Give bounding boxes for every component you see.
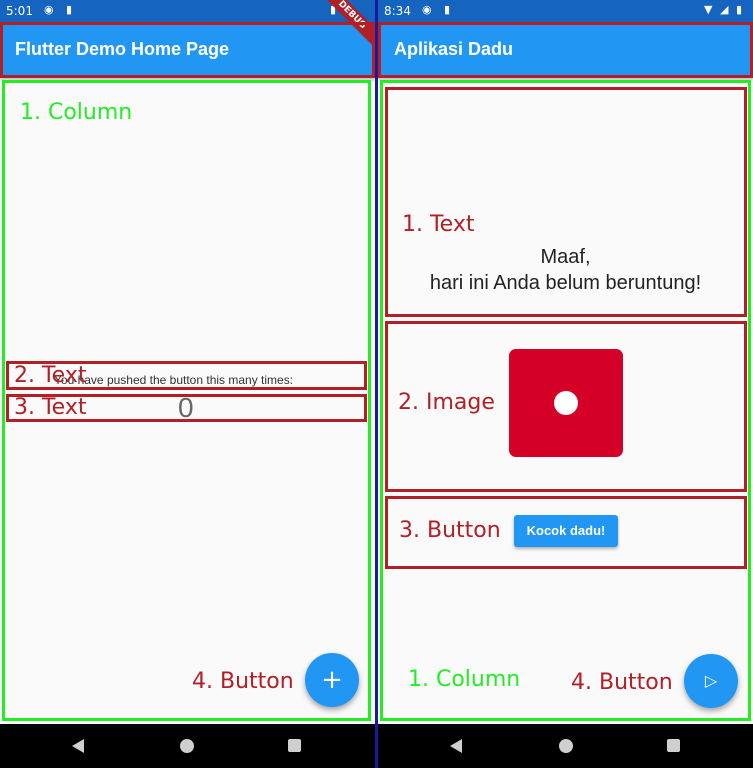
text-annotation-2: 3. Text (14, 395, 87, 420)
debug-badge-icon: ◉ (44, 3, 54, 16)
column-annotation: 1. Column (408, 667, 521, 692)
status-bar: 5:01 ◉ ▮ ▮ (0, 0, 375, 22)
status-time: 5:01 (6, 4, 33, 18)
home-icon[interactable] (559, 739, 573, 753)
appbar-highlight (378, 22, 753, 78)
button-annotation: 3. Button (399, 518, 501, 543)
back-icon[interactable] (450, 739, 462, 753)
sim-card-icon: ▮ (66, 3, 73, 16)
home-icon[interactable] (180, 739, 194, 753)
text-annotation-1: 2. Text (14, 363, 87, 388)
text-annotation: 1. Text (402, 212, 475, 237)
navigation-bar (0, 724, 375, 768)
back-icon[interactable] (72, 739, 84, 753)
recents-icon[interactable] (288, 739, 301, 752)
right-phone-screen: 8:34 ◉ ▮ ▼ ◢ ▮ Aplikasi Dadu Maaf, hari … (378, 0, 753, 768)
button-annotation: 4. Button (192, 669, 294, 694)
debug-badge-icon: ◉ (422, 3, 432, 16)
sim-card-icon: ▮ (444, 3, 451, 16)
fab-annotation: 4. Button (571, 670, 673, 695)
recents-icon[interactable] (667, 739, 680, 752)
column-annotation: 1. Column (20, 100, 133, 125)
text-highlight (385, 87, 747, 317)
image-annotation: 2. Image (398, 390, 495, 415)
status-time: 8:34 (384, 4, 411, 18)
signal-icon: ◢ (720, 3, 729, 16)
navigation-bar (378, 724, 753, 768)
wifi-icon: ▼ (704, 3, 713, 16)
appbar-highlight (0, 22, 375, 78)
left-phone-screen: 5:01 ◉ ▮ ▮ Flutter Demo Home Page DEBUG … (0, 0, 375, 768)
battery-icon: ▮ (736, 3, 743, 16)
status-bar: 8:34 ◉ ▮ ▼ ◢ ▮ (378, 0, 753, 22)
